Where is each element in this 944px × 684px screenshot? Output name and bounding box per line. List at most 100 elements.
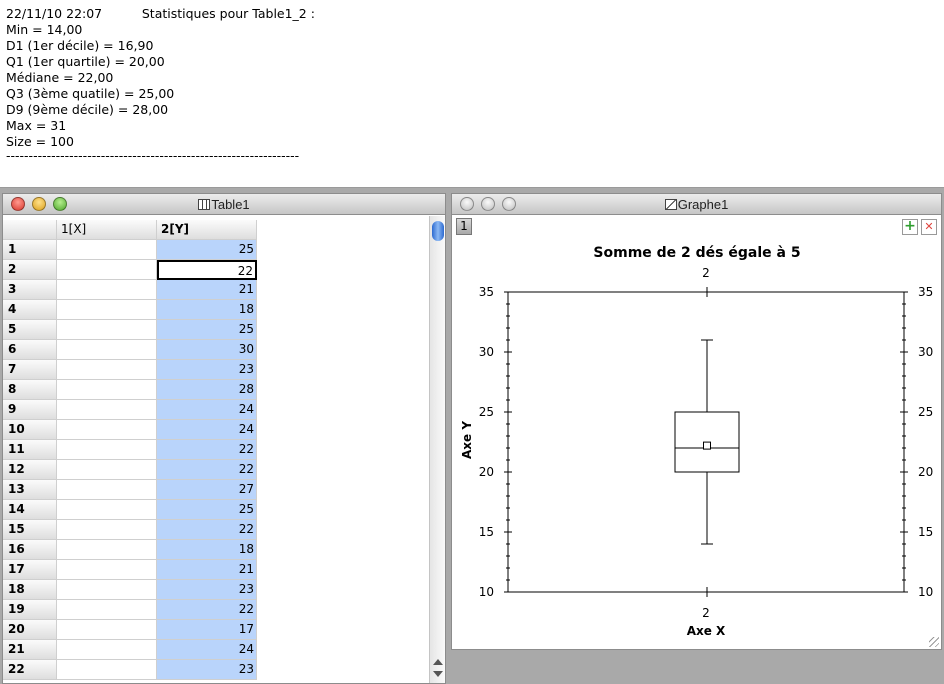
row-header[interactable]: 21 bbox=[3, 640, 57, 660]
cell-y[interactable]: 30 bbox=[157, 340, 257, 360]
cell-x[interactable] bbox=[57, 620, 157, 640]
row-header[interactable]: 7 bbox=[3, 360, 57, 380]
cell-y[interactable]: 22 bbox=[157, 460, 257, 480]
cell-x[interactable] bbox=[57, 580, 157, 600]
row-header[interactable]: 19 bbox=[3, 600, 57, 620]
cell-x[interactable] bbox=[57, 320, 157, 340]
row-header[interactable]: 9 bbox=[3, 400, 57, 420]
cell-y[interactable]: 27 bbox=[157, 480, 257, 500]
corner-header bbox=[3, 220, 57, 240]
row-header[interactable]: 13 bbox=[3, 480, 57, 500]
scrollbar-thumb[interactable] bbox=[432, 221, 444, 241]
cell-y[interactable]: 18 bbox=[157, 540, 257, 560]
row-header[interactable]: 15 bbox=[3, 520, 57, 540]
cell-x[interactable] bbox=[57, 560, 157, 580]
x-bottom-tick-label: 2 bbox=[702, 606, 710, 620]
cell-y[interactable]: 18 bbox=[157, 300, 257, 320]
stats-separator: ----------------------------------------… bbox=[6, 148, 300, 163]
cell-x[interactable] bbox=[57, 240, 157, 260]
y-tick-label-left: 30 bbox=[479, 345, 494, 359]
cell-y[interactable]: 24 bbox=[157, 400, 257, 420]
stat-size: Size = 100 bbox=[6, 134, 74, 149]
cell-x[interactable] bbox=[57, 280, 157, 300]
cell-y[interactable]: 25 bbox=[157, 500, 257, 520]
graph-window: Graphe1 1 + ✕ Somme de 2 dés égale à 5 A… bbox=[451, 193, 942, 650]
stat-d9: D9 (9ème décile) = 28,00 bbox=[6, 102, 169, 117]
cell-x[interactable] bbox=[57, 500, 157, 520]
stat-d1: D1 (1er décile) = 16,90 bbox=[6, 38, 154, 53]
y-tick-label-right: 10 bbox=[918, 585, 933, 599]
cell-x[interactable] bbox=[57, 480, 157, 500]
cell-y[interactable]: 22 bbox=[157, 520, 257, 540]
cell-y[interactable]: 23 bbox=[157, 360, 257, 380]
graph-titlebar[interactable]: Graphe1 bbox=[452, 194, 941, 215]
row-header[interactable]: 3 bbox=[3, 280, 57, 300]
row-header[interactable]: 4 bbox=[3, 300, 57, 320]
statistics-output: 22/11/10 22:07 Statistiques pour Table1_… bbox=[0, 0, 944, 188]
cell-y[interactable]: 21 bbox=[157, 560, 257, 580]
row-header[interactable]: 10 bbox=[3, 420, 57, 440]
table-window: Table1 1[X] 2[Y] 1 25 2 22 3 21 4 18 5 25 6 30 7 23 8 2… bbox=[2, 193, 446, 684]
y-tick-label-left: 35 bbox=[479, 285, 494, 299]
row-header[interactable]: 2 bbox=[3, 260, 57, 280]
cell-x[interactable] bbox=[57, 640, 157, 660]
cell-x[interactable] bbox=[57, 380, 157, 400]
row-header[interactable]: 17 bbox=[3, 560, 57, 580]
y-tick-label-right: 25 bbox=[918, 405, 933, 419]
cell-x[interactable] bbox=[57, 260, 157, 280]
cell-x[interactable] bbox=[57, 660, 157, 680]
cell-x[interactable] bbox=[57, 340, 157, 360]
column-header-x[interactable]: 1[X] bbox=[57, 220, 157, 240]
row-header[interactable]: 11 bbox=[3, 440, 57, 460]
cell-x[interactable] bbox=[57, 300, 157, 320]
stats-header: 22/11/10 22:07 Statistiques pour Table1_… bbox=[6, 6, 315, 21]
cell-x[interactable] bbox=[57, 360, 157, 380]
cell-y[interactable]: 24 bbox=[157, 640, 257, 660]
row-header[interactable]: 14 bbox=[3, 500, 57, 520]
cell-y[interactable]: 24 bbox=[157, 420, 257, 440]
cell-x[interactable] bbox=[57, 420, 157, 440]
cell-x[interactable] bbox=[57, 600, 157, 620]
table-titlebar[interactable]: Table1 bbox=[3, 194, 445, 215]
scroll-up-arrow-icon[interactable] bbox=[433, 659, 443, 665]
y-tick-label-right: 20 bbox=[918, 465, 933, 479]
row-header[interactable]: 8 bbox=[3, 380, 57, 400]
row-header[interactable]: 12 bbox=[3, 460, 57, 480]
y-tick-label-right: 15 bbox=[918, 525, 933, 539]
cell-x[interactable] bbox=[57, 400, 157, 420]
x-top-tick-label: 2 bbox=[702, 266, 710, 280]
cell-y[interactable]: 22 bbox=[157, 260, 257, 280]
row-header[interactable]: 22 bbox=[3, 660, 57, 680]
y-tick-label-left: 10 bbox=[479, 585, 494, 599]
row-header[interactable]: 1 bbox=[3, 240, 57, 260]
cell-y[interactable]: 17 bbox=[157, 620, 257, 640]
cell-y[interactable]: 25 bbox=[157, 320, 257, 340]
stat-median: Médiane = 22,00 bbox=[6, 70, 114, 85]
graph-window-title: Graphe1 bbox=[677, 197, 729, 212]
cell-y[interactable]: 21 bbox=[157, 280, 257, 300]
stat-min: Min = 14,00 bbox=[6, 22, 83, 37]
y-tick-label-left: 15 bbox=[479, 525, 494, 539]
column-header-y[interactable]: 2[Y] bbox=[157, 220, 257, 240]
cell-y[interactable]: 23 bbox=[157, 660, 257, 680]
mean-marker bbox=[703, 441, 711, 450]
row-header[interactable]: 5 bbox=[3, 320, 57, 340]
graph-icon bbox=[664, 199, 677, 210]
cell-x[interactable] bbox=[57, 540, 157, 560]
y-tick-label-left: 20 bbox=[479, 465, 494, 479]
cell-x[interactable] bbox=[57, 440, 157, 460]
row-header[interactable]: 18 bbox=[3, 580, 57, 600]
cell-y[interactable]: 22 bbox=[157, 440, 257, 460]
row-header[interactable]: 6 bbox=[3, 340, 57, 360]
cell-x[interactable] bbox=[57, 520, 157, 540]
row-header[interactable]: 20 bbox=[3, 620, 57, 640]
vertical-scrollbar[interactable] bbox=[429, 216, 445, 683]
resize-grip-icon[interactable] bbox=[929, 637, 939, 647]
cell-x[interactable] bbox=[57, 460, 157, 480]
cell-y[interactable]: 28 bbox=[157, 380, 257, 400]
row-header[interactable]: 16 bbox=[3, 540, 57, 560]
cell-y[interactable]: 25 bbox=[157, 240, 257, 260]
scroll-down-arrow-icon[interactable] bbox=[433, 671, 443, 677]
cell-y[interactable]: 23 bbox=[157, 580, 257, 600]
cell-y[interactable]: 22 bbox=[157, 600, 257, 620]
